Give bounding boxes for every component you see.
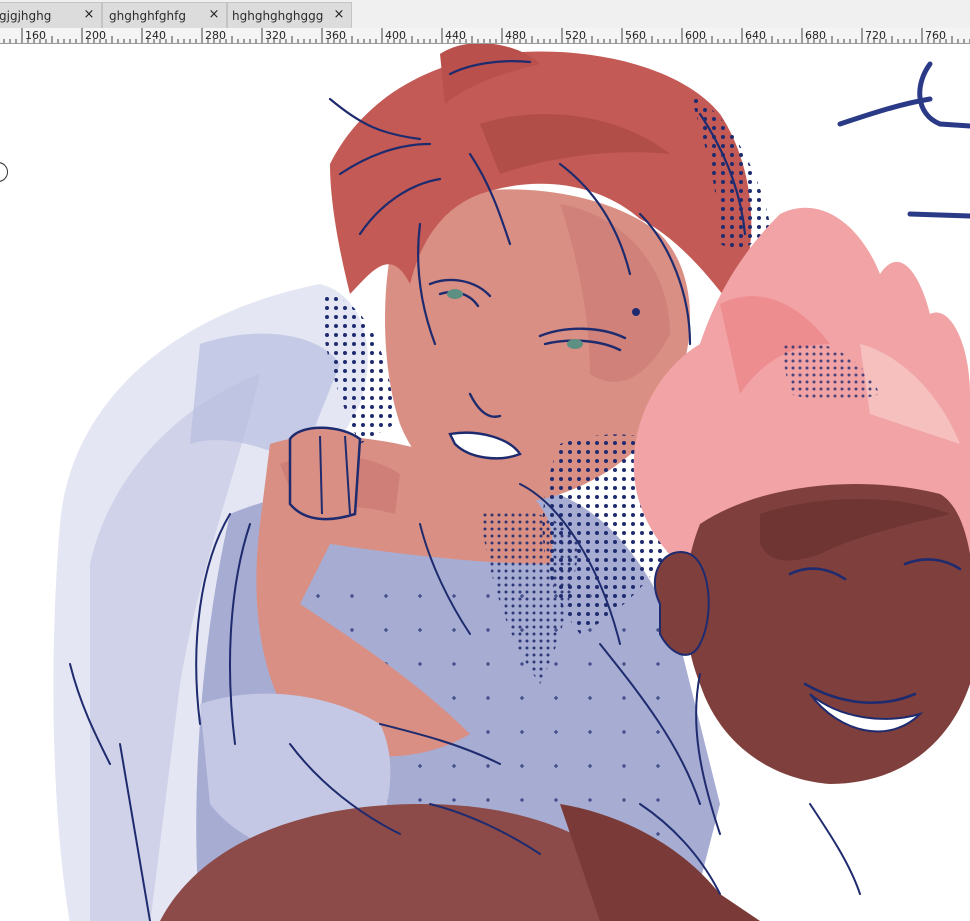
artwork-illustration [53,44,970,921]
close-icon[interactable]: × [82,8,96,22]
document-tab-1[interactable]: gjgjhghg × [0,2,102,28]
ruler-label: 360 [325,29,346,42]
ruler-label: 440 [445,29,466,42]
ruler-label: 560 [625,29,646,42]
tab-label: hghghghghggg [232,8,324,23]
ruler-label: 680 [805,29,826,42]
ruler-label: 760 [925,29,946,42]
ruler-label: 720 [865,29,886,42]
document-tab-3[interactable]: hghghghghggg × [227,2,352,28]
ruler-label: 280 [205,29,226,42]
tab-label: gjgjhghg [0,8,52,23]
drawing-canvas[interactable] [0,44,970,921]
ruler-label: 520 [565,29,586,42]
ruler-label: 320 [265,29,286,42]
ruler-label: 240 [145,29,166,42]
close-icon[interactable]: × [207,8,221,22]
horizontal-ruler[interactable]: 160 200 240 280 320 360 400 440 480 520 560 600 640 6… [0,28,970,44]
document-tab-bar: gjgjhghg × ghghghfghfg × hghghghghggg × [0,0,970,29]
ruler-label: 400 [385,29,406,42]
ruler-scale: 160 200 240 280 320 360 400 440 480 520 560 600 640 6… [3,28,970,43]
document-tab-2[interactable]: ghghghfghfg × [102,2,227,28]
ruler-label: 640 [745,29,766,42]
ruler-label: 600 [685,29,706,42]
tab-label: ghghghfghfg [109,8,186,23]
close-icon[interactable]: × [332,8,346,22]
ruler-label: 160 [25,29,46,42]
ruler-label: 480 [505,29,526,42]
ruler-label: 200 [85,29,106,42]
